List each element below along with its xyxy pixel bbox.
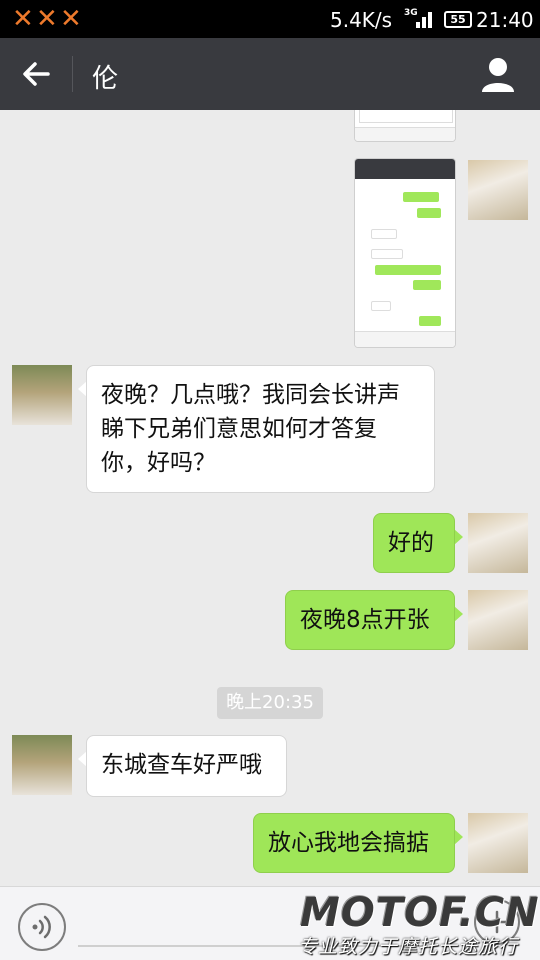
notification-x-icon: ✕ <box>12 4 34 34</box>
thumb-bubble <box>375 265 441 275</box>
avatar[interactable] <box>468 160 528 220</box>
thumb-bubble <box>371 301 391 311</box>
timestamp: 晚上20:35 <box>217 687 323 719</box>
bubble-tail <box>454 606 463 622</box>
message-bubble[interactable]: 夜晚8点开张 <box>285 590 455 650</box>
avatar[interactable] <box>12 735 72 795</box>
image-message[interactable] <box>354 110 456 142</box>
thumb-bubble <box>413 280 441 290</box>
network-type-label: 3G <box>404 8 418 18</box>
net-speed: 5.4K/s <box>330 8 393 32</box>
message-text: 放心我地会搞掂 <box>268 830 429 856</box>
thumb-content <box>359 110 453 123</box>
chat-title: 伦 <box>92 64 119 94</box>
thumb-bubble <box>371 229 397 239</box>
back-arrow-icon[interactable] <box>10 48 62 100</box>
person-icon[interactable] <box>474 50 522 98</box>
chat-area[interactable]: 夜晚？几点哦？我同会长讲声睇下兄弟们意思如何才答复你，好吗？ 好的 夜晚8点开张… <box>0 110 540 886</box>
clock: 21:40 <box>476 8 534 32</box>
signal-icon: 3G <box>404 8 432 28</box>
message-bubble[interactable]: 放心我地会搞掂 <box>253 813 455 873</box>
plus-icon <box>485 910 509 934</box>
message-input[interactable] <box>78 945 438 947</box>
notification-x-icon: ✕ <box>60 4 82 34</box>
thumb-bubble <box>417 208 441 218</box>
chat-header: 伦 <box>0 38 540 110</box>
battery-icon: 55 <box>444 11 472 28</box>
add-button[interactable] <box>474 899 520 945</box>
bubble-tail <box>454 529 463 545</box>
message-bubble[interactable]: 东城查车好严哦 <box>86 735 287 797</box>
thumb-input-bar <box>355 331 455 347</box>
message-bubble[interactable]: 夜晚？几点哦？我同会长讲声睇下兄弟们意思如何才答复你，好吗？ <box>86 365 435 493</box>
voice-icon <box>32 915 51 939</box>
thumb-bubble <box>371 249 403 259</box>
voice-button[interactable] <box>18 903 66 951</box>
message-bubble[interactable]: 好的 <box>373 513 455 573</box>
thumb-input-bar <box>355 127 455 141</box>
thumb-title-bar <box>355 159 455 179</box>
notification-x-icon: ✕ <box>36 4 58 34</box>
input-bar <box>0 886 540 960</box>
header-divider <box>72 56 73 92</box>
bubble-tail <box>454 829 463 845</box>
avatar[interactable] <box>468 513 528 573</box>
message-text: 好的 <box>388 530 434 556</box>
status-bar: ✕ ✕ ✕ 5.4K/s 3G 55 21:40 <box>0 0 540 38</box>
avatar[interactable] <box>468 813 528 873</box>
image-message[interactable] <box>354 158 456 348</box>
message-text: 东城查车好严哦 <box>101 752 262 778</box>
avatar[interactable] <box>468 590 528 650</box>
thumb-bubble <box>403 192 439 202</box>
thumb-bubble <box>419 316 441 326</box>
avatar[interactable] <box>12 365 72 425</box>
message-text: 夜晚8点开张 <box>300 607 430 633</box>
message-text: 夜晚？几点哦？我同会长讲声睇下兄弟们意思如何才答复你，好吗？ <box>101 382 400 476</box>
